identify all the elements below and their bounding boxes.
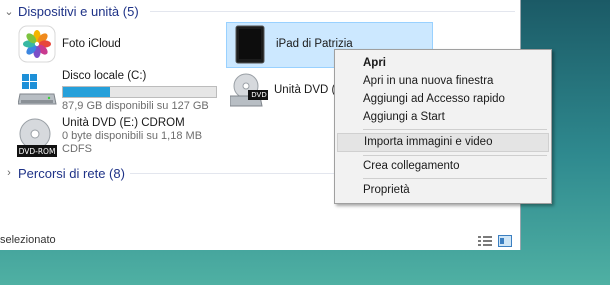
network-group-header[interactable]: › Percorsi di rete (8) xyxy=(0,164,125,182)
view-switcher xyxy=(478,234,512,247)
icloud-photos-icon xyxy=(18,25,60,67)
menu-item-import[interactable]: Importa immagini e video xyxy=(337,133,549,152)
context-menu: Apri Apri in una nuova finestra Aggiungi… xyxy=(334,49,552,204)
disk-usage-fill xyxy=(63,87,111,97)
windows-drive-icon xyxy=(17,70,60,112)
local-disk-label: Disco locale (C:) xyxy=(62,70,147,82)
menu-item-open[interactable]: Apri xyxy=(337,54,549,73)
menu-item-open-new-window[interactable]: Apri in una nuova finestra xyxy=(337,72,549,91)
network-divider xyxy=(130,173,335,174)
devices-group-header[interactable]: ⌄ Dispositivi e unità (5) xyxy=(0,2,139,20)
menu-item-start[interactable]: Aggiungi a Start xyxy=(337,108,549,127)
menu-item-shortcut[interactable]: Crea collegamento xyxy=(337,157,549,176)
disk-usage-bar xyxy=(62,86,217,98)
tiles-view-icon[interactable] xyxy=(498,234,512,247)
dvd-e-free: 0 byte disponibili su 1,18 MB xyxy=(62,130,203,142)
dvd-e-fs: CDFS xyxy=(62,143,92,155)
chevron-down-icon[interactable]: ⌄ xyxy=(0,5,18,18)
dvd-badge: DVD xyxy=(251,91,267,99)
ipad-icon xyxy=(232,25,274,67)
menu-separator xyxy=(363,178,547,179)
device-item-local-disk[interactable]: Disco locale (C:) 87,9 GB disponibili su… xyxy=(17,70,217,113)
menu-separator xyxy=(363,129,547,130)
local-disk-free: 87,9 GB disponibili su 127 GB xyxy=(62,100,209,112)
icloud-label: Foto iCloud xyxy=(62,38,121,50)
dvd-rom-badge: DVD-ROM xyxy=(18,147,56,156)
dvd-drive-icon: DVD xyxy=(229,72,272,114)
device-item-dvd-e[interactable]: DVD-ROM Unità DVD (E:) CDROM 0 byte disp… xyxy=(16,117,202,159)
status-text: selezionato xyxy=(0,234,56,246)
dvd-e-info: Unità DVD (E:) CDROM 0 byte disponibili … xyxy=(62,117,202,156)
details-view-icon[interactable] xyxy=(478,234,492,246)
local-disk-info: Disco locale (C:) 87,9 GB disponibili su… xyxy=(62,70,217,113)
chevron-right-icon[interactable]: › xyxy=(0,167,18,179)
status-bar: selezionato xyxy=(0,230,521,250)
menu-item-quick-access[interactable]: Aggiungi ad Accesso rapido xyxy=(337,90,549,109)
devices-group-label: Dispositivi e unità (5) xyxy=(18,3,139,19)
network-group-label: Percorsi di rete (8) xyxy=(18,165,125,181)
menu-item-properties[interactable]: Proprietà xyxy=(337,181,549,200)
menu-separator xyxy=(363,155,547,156)
dvd-rom-icon: DVD-ROM xyxy=(16,117,60,159)
group-divider xyxy=(150,11,515,12)
device-item-icloud[interactable]: Foto iCloud xyxy=(18,25,121,67)
device-item-dvd-d[interactable]: DVD Unità DVD (D:) xyxy=(229,72,344,114)
dvd-e-label: Unità DVD (E:) CDROM xyxy=(62,117,185,129)
